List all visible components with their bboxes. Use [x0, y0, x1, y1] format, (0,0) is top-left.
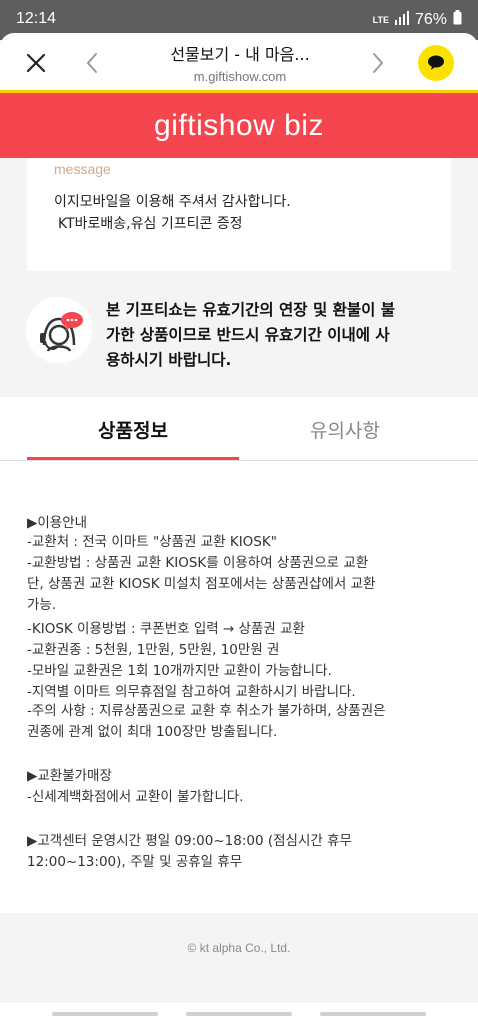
customer-support-icon [24, 295, 94, 365]
close-button[interactable] [20, 47, 52, 79]
back-button[interactable] [76, 47, 108, 79]
page-title-area[interactable]: 선물보기 - 내 마음... m.giftishow.com [120, 41, 360, 84]
page-title: 선물보기 - 내 마음... [170, 45, 310, 64]
product-content: 상품정보 유의사항 ▶이용안내 -교환처 : 전국 이마트 "상품권 교환 KI… [0, 397, 478, 913]
forward-button[interactable] [362, 47, 394, 79]
info-line: -교환처 : 전국 이마트 "상품권 교환 KIOSK" [27, 534, 277, 550]
nav-back-handle[interactable] [320, 1012, 426, 1016]
info-line: ▶이용안내 [27, 515, 88, 531]
message-label: message [54, 161, 111, 177]
info-line: -교환권종 : 5천원, 1만원, 5만원, 10만원 권 [27, 642, 280, 658]
brand-header: giftishow biz [0, 93, 478, 158]
tab-divider [0, 460, 478, 461]
system-nav-bar [0, 1003, 478, 1024]
info-line: 단, 상품권 교환 KIOSK 미설치 점포에서는 상품권샵에서 교환 [27, 576, 376, 592]
chevron-right-icon [373, 53, 384, 73]
footer: © kt alpha Co., Ltd. [0, 913, 478, 983]
tab-product-info[interactable]: 상품정보 [27, 397, 239, 461]
info-line: -교환방법 : 상품권 교환 KIOSK를 이용하여 상품권으로 교환 [27, 555, 369, 571]
info-line: -주의 사항 : 지류상품권으로 교환 후 취소가 불가하며, 상품권은 [27, 703, 386, 719]
signal-icon [394, 10, 409, 30]
browser-toolbar: 선물보기 - 내 마음... m.giftishow.com [0, 33, 478, 93]
message-line: KT바로배송,유심 기프티콘 증정 [58, 216, 243, 232]
page-url: m.giftishow.com [193, 69, 287, 84]
info-line: ▶교환불가매장 [27, 768, 112, 784]
info-line: -모바일 교환권은 1회 10개까지만 교환이 가능합니다. [27, 663, 332, 679]
nav-recents-handle[interactable] [52, 1012, 158, 1016]
message-line: 이지모바일을 이용해 주셔서 감사합니다. [54, 194, 291, 210]
notice-line: 본 기프티쇼는 유효기간의 연장 및 환불이 불 [106, 301, 396, 319]
status-time: 12:14 [16, 10, 57, 27]
close-icon [26, 53, 46, 73]
status-indicators: LTE 76% [373, 10, 462, 30]
info-line: 권종에 관계 없이 최대 100장만 방출됩니다. [27, 724, 278, 740]
info-line: -KIOSK 이용방법 : 쿠폰번호 입력 → 상품권 교환 [27, 621, 305, 637]
info-line: -신세계백화점에서 교환이 불가합니다. [27, 789, 244, 805]
chevron-left-icon [86, 53, 97, 73]
info-line: ▶고객센터 운영시간 평일 09:00~18:00 (점심시간 휴무 [27, 833, 352, 849]
battery-percent: 76% [414, 11, 447, 28]
brand-logo: giftishow biz [154, 108, 324, 142]
validity-notice: 본 기프티쇼는 유효기간의 연장 및 환불이 불 가한 상품이므로 반드시 유효… [106, 298, 456, 373]
message-card: message 이지모바일을 이용해 주셔서 감사합니다. KT바로배송,유심 … [27, 158, 451, 271]
battery-icon [453, 10, 462, 30]
notice-line: 가한 상품이므로 반드시 유효기간 이내에 사 [106, 326, 390, 344]
kakao-share-button[interactable] [418, 45, 454, 81]
copyright-text: © kt alpha Co., Ltd. [187, 941, 291, 955]
tab-precautions[interactable]: 유의사항 [239, 397, 451, 461]
chat-bubble-icon [428, 55, 444, 70]
notice-line: 용하시기 바랍니다. [106, 351, 232, 369]
info-line: 가능. [27, 597, 57, 613]
nav-home-handle[interactable] [186, 1012, 292, 1016]
network-label: LTE [372, 14, 389, 25]
info-line: 12:00~13:00), 주말 및 공휴일 휴무 [27, 854, 243, 870]
info-line: -지역별 이마트 의무휴점일 참고하여 교환하시기 바랍니다. [27, 684, 356, 700]
